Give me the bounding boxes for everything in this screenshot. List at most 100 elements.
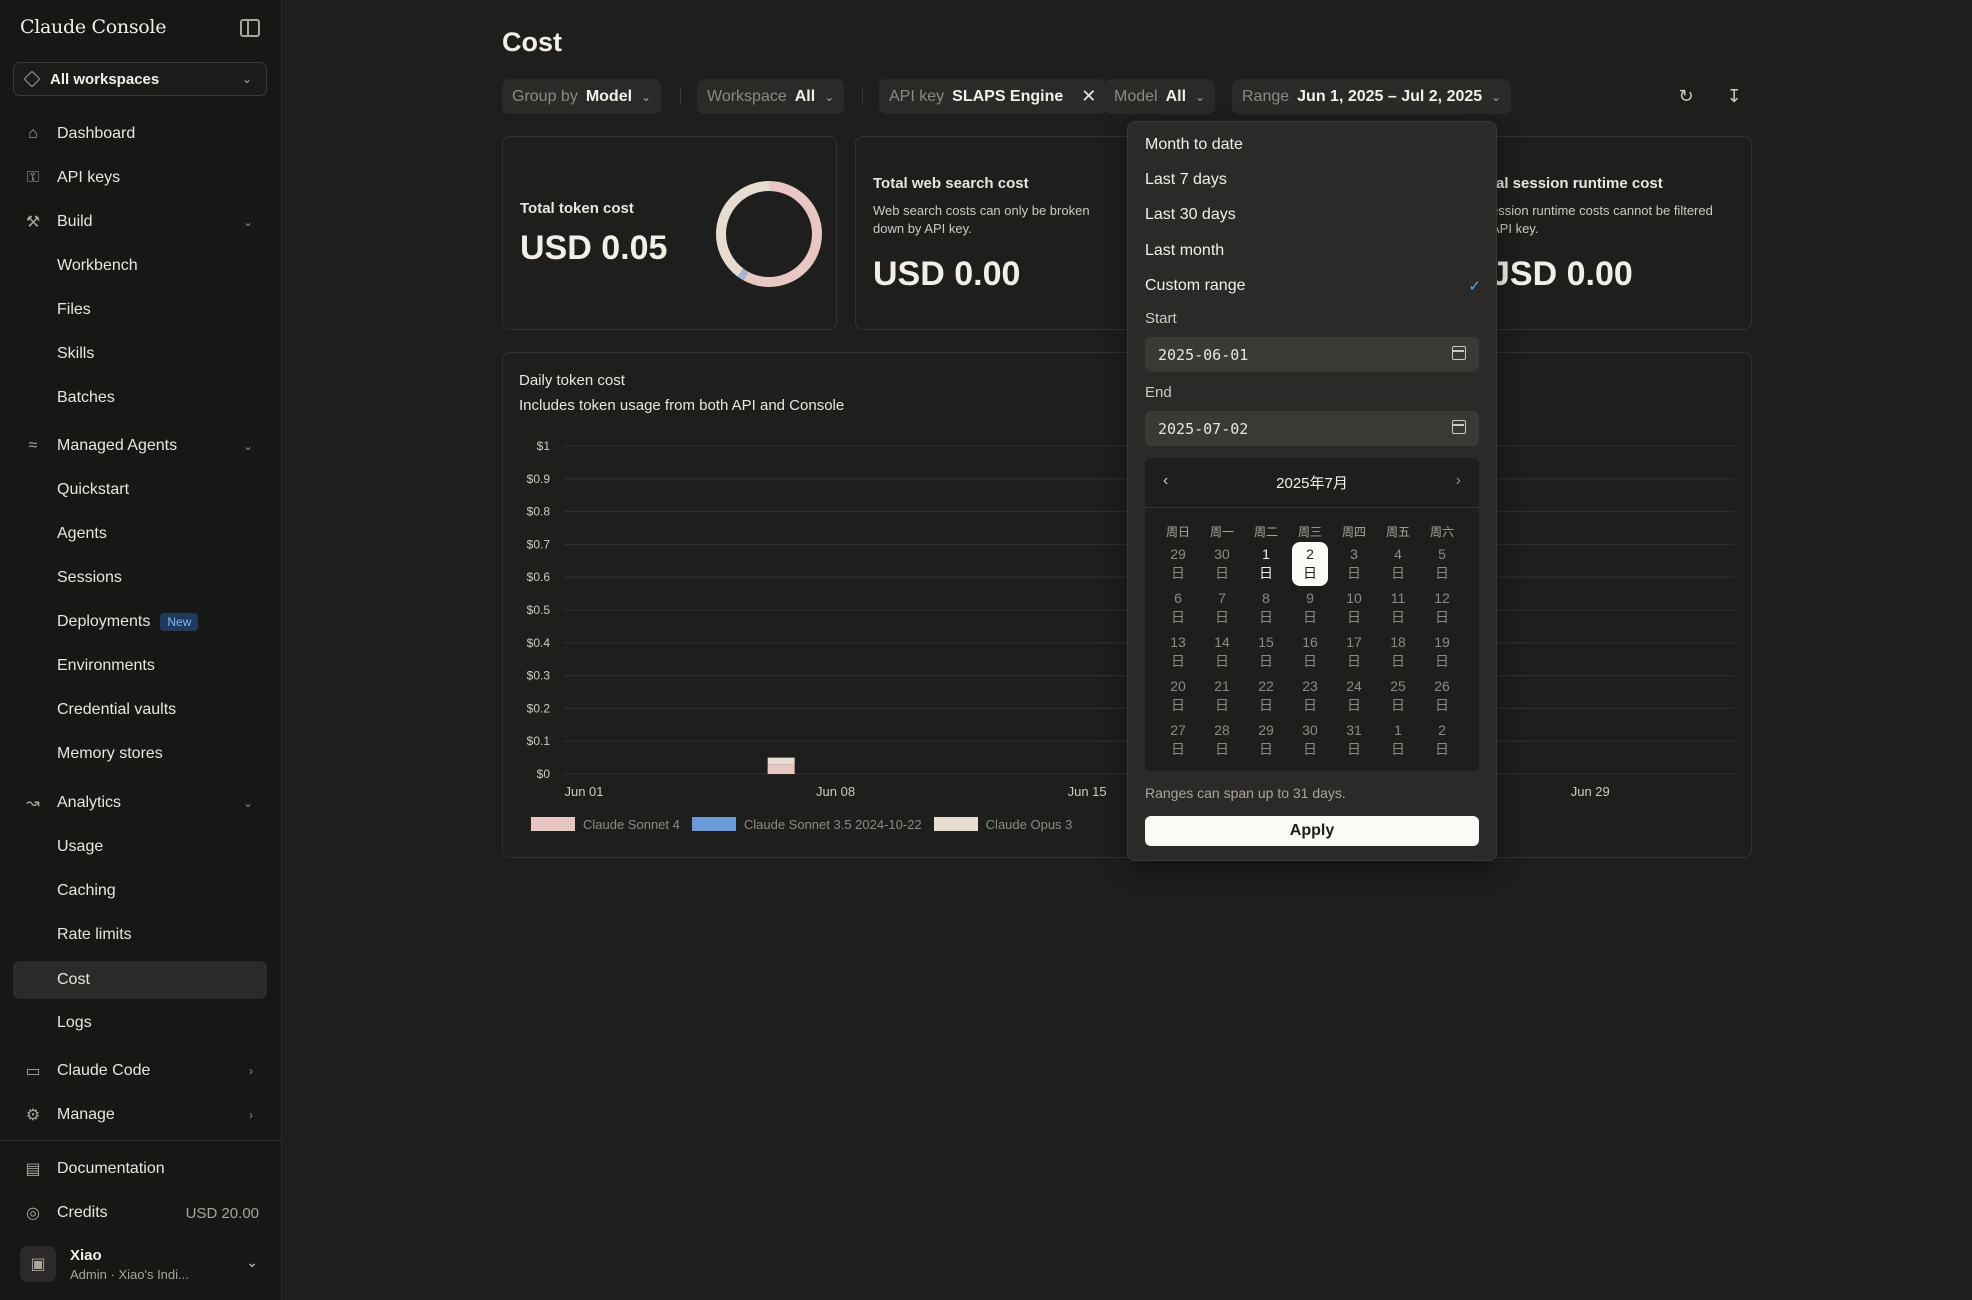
calendar-day[interactable]: 9日 — [1288, 586, 1332, 630]
calendar-day[interactable]: 29 日 — [1156, 542, 1200, 586]
calendar-day[interactable]: 29 日 — [1244, 718, 1288, 762]
cost-donut-chart — [716, 181, 822, 287]
calendar-day[interactable]: 5日 — [1420, 542, 1464, 586]
range-option-custom-range[interactable]: Custom range ✓ — [1145, 271, 1481, 301]
sidebar-item-credits[interactable]: ◎ Credits USD 20.00 — [13, 1195, 267, 1231]
sidebar-item-manage[interactable]: ⚙ Manage › — [13, 1097, 267, 1133]
sidebar-item-usage[interactable]: Usage — [13, 829, 267, 865]
day-number: 2 — [1306, 546, 1314, 562]
workspace-select[interactable]: All workspaces ⌄ — [13, 62, 267, 96]
calendar-day[interactable]: 2日 — [1292, 542, 1328, 586]
calendar-day[interactable]: 15 日 — [1244, 630, 1288, 674]
sidebar-item-rate-limits[interactable]: Rate limits — [13, 917, 267, 953]
sidebar-item-claude-code[interactable]: ▭ Claude Code › — [13, 1053, 267, 1089]
apply-button[interactable]: Apply — [1145, 816, 1479, 846]
refresh-icon[interactable]: ↻ — [1674, 84, 1698, 108]
calendar-day[interactable]: 3日 — [1332, 542, 1376, 586]
calendar-day[interactable]: 14 日 — [1200, 630, 1244, 674]
calendar-day[interactable]: 20 日 — [1156, 674, 1200, 718]
next-month-icon[interactable]: › — [1456, 472, 1461, 490]
calendar-day[interactable]: 31 日 — [1332, 718, 1376, 762]
calendar-day[interactable]: 10 日 — [1332, 586, 1376, 630]
sidebar-item-cost[interactable]: Cost — [13, 961, 267, 999]
calendar-day[interactable]: 28 日 — [1200, 718, 1244, 762]
range-filter[interactable]: Range Jun 1, 2025 – Jul 2, 2025 ⌄ — [1232, 79, 1512, 114]
sidebar-item-agents[interactable]: Agents — [13, 516, 267, 552]
calendar-day[interactable]: 24 日 — [1332, 674, 1376, 718]
calendar-day[interactable]: 11 日 — [1376, 586, 1420, 630]
calendar-day[interactable]: 1日 — [1376, 718, 1420, 762]
day-suffix: 日 — [1303, 653, 1317, 669]
range-option-last-30-days[interactable]: Last 30 days — [1145, 200, 1481, 230]
model-filter[interactable]: Model All ⌄ — [1104, 79, 1216, 114]
sidebar-item-skills[interactable]: Skills — [13, 336, 267, 372]
range-option-last-7-days[interactable]: Last 7 days — [1145, 165, 1481, 195]
range-option-month-to-date[interactable]: Month to date — [1145, 130, 1481, 160]
calendar-day[interactable]: 30 日 — [1200, 542, 1244, 586]
sidebar-item-documentation[interactable]: ▤ Documentation — [13, 1151, 267, 1187]
clear-filter-icon[interactable]: ✕ — [1081, 86, 1096, 107]
calendar-day[interactable]: 22 日 — [1244, 674, 1288, 718]
range-option-last-month[interactable]: Last month — [1145, 236, 1481, 266]
sidebar-item-build[interactable]: ⚒ Build ⌄ — [13, 204, 267, 240]
sidebar-item-logs[interactable]: Logs — [13, 1005, 267, 1041]
calendar-day[interactable]: 21 日 — [1200, 674, 1244, 718]
calendar-day[interactable]: 8日 — [1244, 586, 1288, 630]
end-date-input[interactable]: 2025-07-02 — [1145, 411, 1479, 446]
previous-month-icon[interactable]: ‹ — [1163, 472, 1168, 490]
sidebar-item-deployments[interactable]: Deployments New — [13, 604, 267, 640]
api-key-filter[interactable]: API key SLAPS Engine ✕ — [879, 79, 1107, 114]
calendar-day[interactable]: 17 日 — [1332, 630, 1376, 674]
sidebar-item-files[interactable]: Files — [13, 292, 267, 328]
calendar-day[interactable]: 6日 — [1156, 586, 1200, 630]
sidebar-item-memory-stores[interactable]: Memory stores — [13, 736, 267, 772]
sidebar-toggle-icon[interactable] — [240, 19, 260, 37]
weekday-label: 周一 — [1209, 524, 1234, 539]
sidebar-item-environments[interactable]: Environments — [13, 648, 267, 684]
calendar-day[interactable]: 12 日 — [1420, 586, 1464, 630]
calendar-day[interactable]: 23 日 — [1288, 674, 1332, 718]
calendar-day[interactable]: 13 日 — [1156, 630, 1200, 674]
sidebar-item-analytics[interactable]: ↝ Analytics ⌄ — [13, 785, 267, 821]
home-icon: ⌂ — [28, 125, 38, 142]
day-suffix: 日 — [1347, 741, 1361, 757]
user-separator: · — [110, 1266, 115, 1282]
calendar-icon[interactable] — [1452, 420, 1466, 434]
day-number: 16 — [1302, 634, 1318, 650]
calendar-day[interactable]: 18 日 — [1376, 630, 1420, 674]
coin-icon: ◎ — [26, 1205, 40, 1222]
calendar-day[interactable]: 16 日 — [1288, 630, 1332, 674]
day-suffix: 日 — [1347, 565, 1361, 581]
day-number: 28 — [1214, 722, 1230, 738]
sidebar-item-credential-vaults[interactable]: Credential vaults — [13, 692, 267, 728]
sidebar-item-api-keys[interactable]: ⚿ API keys — [13, 160, 267, 196]
user-menu[interactable]: ▣ Xiao Admin · Xiao's Indi... ⌄ — [20, 1244, 270, 1284]
calendar-day[interactable]: 26 日 — [1420, 674, 1464, 718]
calendar-day[interactable]: 4日 — [1376, 542, 1420, 586]
sidebar-item-batches[interactable]: Batches — [13, 380, 267, 416]
sidebar-item-label: API keys — [57, 169, 121, 186]
sidebar-item-managed-agents[interactable]: ≈ Managed Agents ⌄ — [13, 428, 267, 464]
calendar-day[interactable]: 27 日 — [1156, 718, 1200, 762]
day-number: 9 — [1306, 590, 1314, 606]
calendar-day[interactable]: 30 日 — [1288, 718, 1332, 762]
sidebar-item-sessions[interactable]: Sessions — [13, 560, 267, 596]
y-tick-label: $0.7 — [527, 537, 551, 551]
calendar-icon[interactable] — [1452, 346, 1466, 360]
calendar-day[interactable]: 1日 — [1244, 542, 1288, 586]
day-number: 24 — [1346, 678, 1362, 694]
sidebar-item-dashboard[interactable]: ⌂ Dashboard — [13, 116, 267, 152]
calendar-header: ‹ 2025年7月 › — [1145, 458, 1479, 508]
calendar-day[interactable]: 25 日 — [1376, 674, 1420, 718]
download-icon[interactable]: ↧ — [1722, 84, 1746, 108]
workspace-filter[interactable]: Workspace All ⌄ — [697, 79, 845, 114]
start-date-input[interactable]: 2025-06-01 — [1145, 337, 1479, 372]
sidebar-item-caching[interactable]: Caching — [13, 873, 267, 909]
calendar-day[interactable]: 7日 — [1200, 586, 1244, 630]
calendar-day[interactable]: 2日 — [1420, 718, 1464, 762]
group-by-filter[interactable]: Group by Model ⌄ — [502, 79, 662, 114]
calendar-day[interactable]: 19 日 — [1420, 630, 1464, 674]
sidebar-item-quickstart[interactable]: Quickstart — [13, 472, 267, 508]
sidebar-item-workbench[interactable]: Workbench — [13, 248, 267, 284]
filter-key: Group by — [512, 87, 578, 105]
